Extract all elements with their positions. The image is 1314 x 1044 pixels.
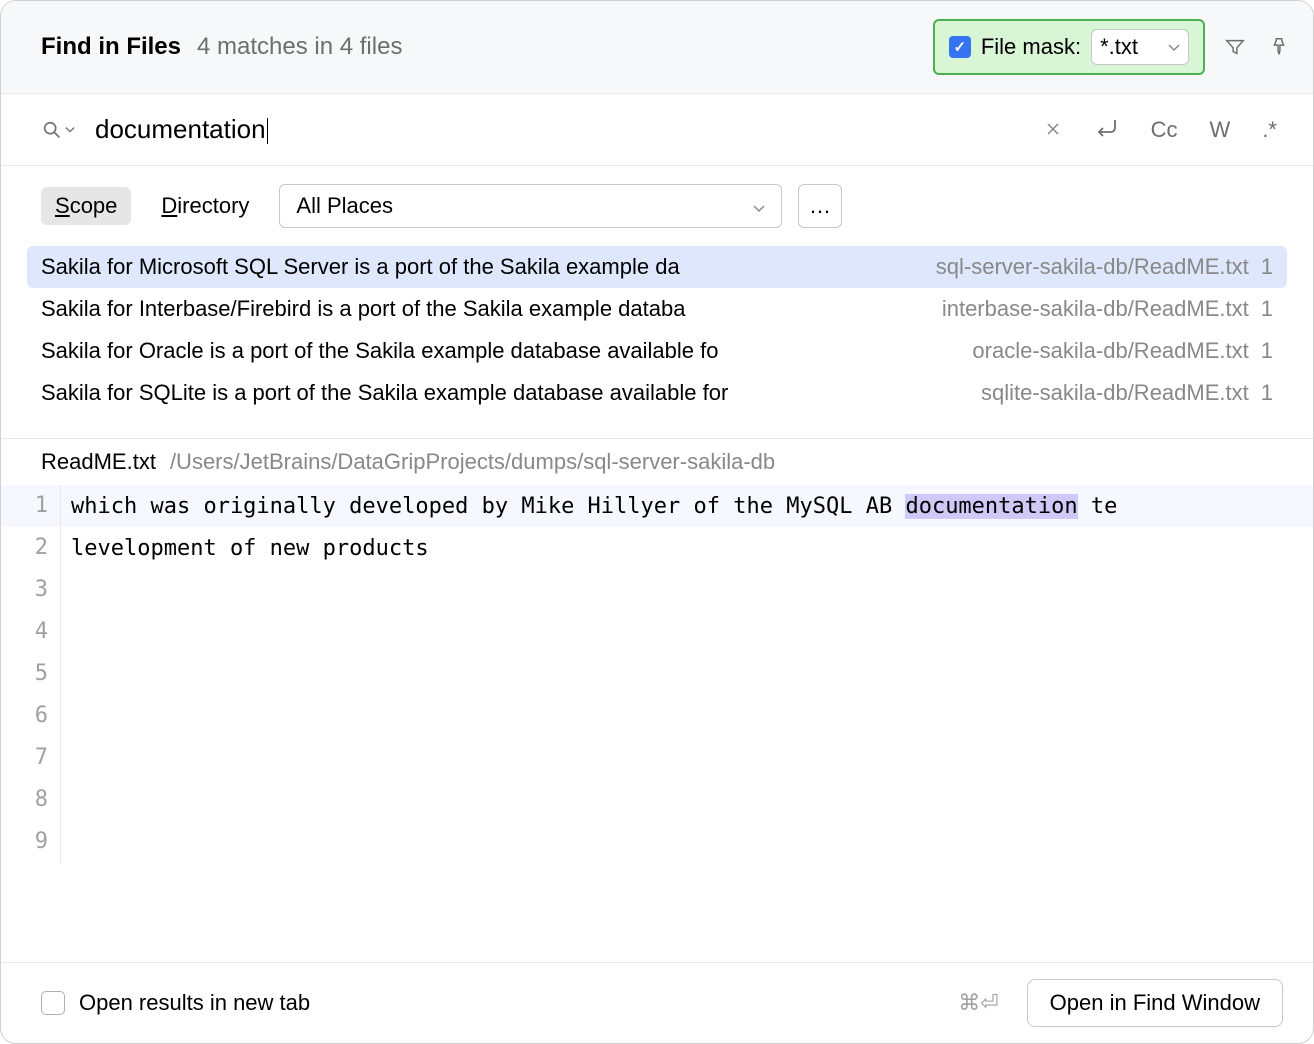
preview-filepath: /Users/JetBrains/DataGripProjects/dumps/… bbox=[170, 449, 775, 475]
regex-toggle[interactable]: .* bbox=[1256, 117, 1283, 143]
editor-line: 6 bbox=[1, 695, 1313, 737]
result-path: oracle-sakila-db/ReadME.txt bbox=[972, 338, 1248, 364]
result-text: Sakila for Oracle is a port of the Sakil… bbox=[41, 338, 964, 364]
search-icon[interactable] bbox=[41, 119, 75, 141]
line-number: 1 bbox=[1, 485, 61, 527]
result-line-number: 1 bbox=[1261, 338, 1273, 364]
result-text: Sakila for Interbase/Firebird is a port … bbox=[41, 296, 934, 322]
file-mask-checkbox[interactable]: ✓ bbox=[949, 36, 971, 58]
file-mask-label: File mask: bbox=[981, 34, 1081, 60]
result-line-number: 1 bbox=[1261, 254, 1273, 280]
filter-icon[interactable] bbox=[1221, 33, 1249, 61]
newline-icon[interactable] bbox=[1087, 116, 1125, 144]
scope-bar: Scope Directory All Places … bbox=[1, 166, 1313, 246]
words-toggle[interactable]: W bbox=[1204, 117, 1237, 143]
dialog-title: Find in Files bbox=[41, 33, 181, 61]
shortcut-hint: ⌘⏎ bbox=[958, 990, 998, 1016]
result-path: sql-server-sakila-db/ReadME.txt bbox=[936, 254, 1249, 280]
line-number: 8 bbox=[1, 779, 61, 821]
editor-line: 7 bbox=[1, 737, 1313, 779]
result-text: Sakila for SQLite is a port of the Sakil… bbox=[41, 380, 973, 406]
editor-line: 8 bbox=[1, 779, 1313, 821]
scope-tab[interactable]: Scope bbox=[41, 187, 131, 225]
footer: Open results in new tab ⌘⏎ Open in Find … bbox=[1, 962, 1313, 1043]
match-case-toggle[interactable]: Cc bbox=[1145, 117, 1184, 143]
line-number: 2 bbox=[1, 527, 61, 569]
scope-dropdown[interactable]: All Places bbox=[279, 184, 782, 228]
open-new-tab-checkbox[interactable] bbox=[41, 991, 65, 1015]
editor-line: 5 bbox=[1, 653, 1313, 695]
dialog-header: Find in Files 4 matches in 4 files ✓ Fil… bbox=[1, 1, 1313, 94]
editor-line: 2levelopment of new products bbox=[1, 527, 1313, 569]
more-button[interactable]: … bbox=[798, 184, 842, 228]
file-mask-group: ✓ File mask: *.txt bbox=[933, 19, 1205, 75]
pin-icon[interactable] bbox=[1265, 33, 1293, 61]
chevron-down-icon[interactable] bbox=[1168, 39, 1180, 55]
code-content: levelopment of new products bbox=[61, 536, 429, 561]
open-find-window-button[interactable]: Open in Find Window bbox=[1027, 979, 1283, 1027]
search-input[interactable]: documentation bbox=[95, 114, 1019, 145]
editor-line: 3 bbox=[1, 569, 1313, 611]
open-new-tab-label: Open results in new tab bbox=[79, 990, 944, 1016]
line-number: 6 bbox=[1, 695, 61, 737]
result-row[interactable]: Sakila for Microsoft SQL Server is a por… bbox=[27, 246, 1287, 288]
line-number: 4 bbox=[1, 611, 61, 653]
preview-header: ReadME.txt /Users/JetBrains/DataGripProj… bbox=[1, 438, 1313, 485]
scope-selected: All Places bbox=[296, 193, 393, 219]
result-path: sqlite-sakila-db/ReadME.txt bbox=[981, 380, 1249, 406]
line-number: 7 bbox=[1, 737, 61, 779]
line-number: 5 bbox=[1, 653, 61, 695]
search-bar: documentation Cc W .* bbox=[1, 94, 1313, 166]
chevron-down-icon bbox=[753, 193, 765, 219]
file-mask-value: *.txt bbox=[1100, 34, 1138, 60]
match-summary: 4 matches in 4 files bbox=[197, 33, 402, 61]
preview-editor[interactable]: 1which was originally developed by Mike … bbox=[1, 485, 1313, 962]
file-mask-input[interactable]: *.txt bbox=[1091, 29, 1189, 65]
editor-line: 1which was originally developed by Mike … bbox=[1, 485, 1313, 527]
editor-line: 4 bbox=[1, 611, 1313, 653]
result-row[interactable]: Sakila for SQLite is a port of the Sakil… bbox=[27, 372, 1287, 414]
line-number: 3 bbox=[1, 569, 61, 611]
result-path: interbase-sakila-db/ReadME.txt bbox=[942, 296, 1249, 322]
result-text: Sakila for Microsoft SQL Server is a por… bbox=[41, 254, 928, 280]
code-content: which was originally developed by Mike H… bbox=[61, 494, 1117, 519]
results-list: Sakila for Microsoft SQL Server is a por… bbox=[1, 246, 1313, 414]
result-line-number: 1 bbox=[1261, 380, 1273, 406]
directory-tab[interactable]: Directory bbox=[147, 187, 263, 225]
clear-icon[interactable] bbox=[1039, 117, 1067, 143]
result-line-number: 1 bbox=[1261, 296, 1273, 322]
result-row[interactable]: Sakila for Oracle is a port of the Sakil… bbox=[27, 330, 1287, 372]
line-number: 9 bbox=[1, 821, 61, 863]
preview-filename: ReadME.txt bbox=[41, 449, 156, 475]
result-row[interactable]: Sakila for Interbase/Firebird is a port … bbox=[27, 288, 1287, 330]
editor-line: 9 bbox=[1, 821, 1313, 863]
